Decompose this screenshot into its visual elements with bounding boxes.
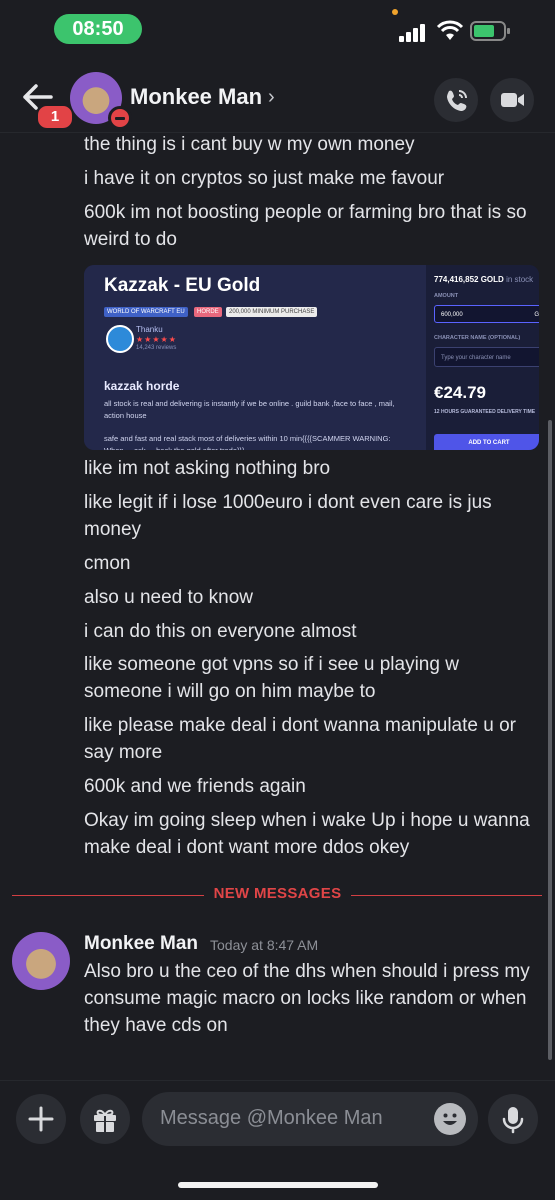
author-name[interactable]: Monkee Man: [84, 933, 198, 955]
voice-call-button[interactable]: [434, 78, 478, 122]
embed-subtitle: kazzak horde: [104, 379, 180, 393]
embed-tag: WORLD OF WARCRAFT EU: [104, 307, 188, 317]
message-text: the thing is i cant buy w my own money: [84, 134, 415, 155]
seller-logo: [106, 325, 134, 353]
message-text: 600k im not boosting people or farming b…: [84, 202, 527, 250]
character-name-field: Type your character name: [434, 347, 539, 367]
amount-label: AMOUNT: [434, 293, 459, 299]
wifi-icon: [436, 20, 464, 40]
amount-field: 600,000 G: [434, 305, 539, 323]
message-text: cmon: [84, 553, 131, 574]
plus-icon: [28, 1106, 54, 1132]
privacy-indicator-dot: [392, 9, 398, 15]
message-text: like someone got vpns so if i see u play…: [84, 654, 459, 702]
chevron-right-icon[interactable]: ›: [268, 86, 275, 109]
embed-product-panel: Kazzak - EU Gold WORLD OF WARCRAFT EU HO…: [84, 265, 426, 450]
composer-divider: [0, 1080, 555, 1081]
embed-tag: 200,000 MINIMUM PURCHASE: [226, 307, 318, 317]
review-count: 14,243 reviews: [136, 345, 177, 351]
message-text: also u need to know: [84, 587, 254, 608]
message-text: like please make deal i dont wanna manip…: [84, 715, 516, 763]
dnd-status-icon: [108, 106, 132, 130]
delivery-guarantee: 12 HOURS GUARANTEED DELIVERY TIME: [434, 409, 536, 415]
video-camera-icon: [501, 93, 524, 107]
add-to-cart-label: ADD TO CART: [434, 434, 539, 450]
message-text: like im not asking nothing bro: [84, 458, 331, 479]
microphone-icon: [502, 1107, 524, 1134]
stock-count: 774,416,852 GOLD in stock: [434, 275, 534, 284]
message-text: i have it on cryptos so just make me fav…: [84, 168, 445, 189]
embed-description: all stock is real and delivering is inst…: [104, 399, 395, 420]
image-attachment[interactable]: Kazzak - EU Gold WORLD OF WARCRAFT EU HO…: [84, 265, 539, 450]
new-messages-divider: NEW MESSAGES: [0, 885, 555, 902]
signal-icon: [399, 24, 429, 42]
message-text: i can do this on everyone almost: [84, 621, 357, 642]
seller-name: Thanku: [136, 325, 163, 334]
status-time: 08:50: [54, 14, 142, 44]
price: €24.79: [434, 383, 486, 402]
rating-stars-icon: ★★★★★: [136, 335, 177, 344]
character-name-label: CHARACTER NAME (OPTIONAL): [434, 335, 521, 341]
embed-tag: HORDE: [194, 307, 222, 317]
message-input-placeholder: Message @Monkee Man: [160, 1107, 383, 1129]
contact-name[interactable]: Monkee Man: [130, 84, 262, 110]
video-call-button[interactable]: [490, 78, 534, 122]
home-indicator[interactable]: [178, 1182, 378, 1188]
gift-button[interactable]: [80, 1094, 130, 1144]
message-text: Also bro u the ceo of the dhs when shoul…: [84, 961, 530, 1036]
dm-header: 1 Monkee Man ›: [0, 70, 555, 132]
gift-icon: [94, 1109, 116, 1132]
message-timestamp: Today at 8:47 AM: [210, 937, 319, 953]
embed-description: safe and fast and real stack most of del…: [104, 434, 391, 450]
embed-title: Kazzak - EU Gold: [104, 275, 261, 296]
unread-badge: 1: [36, 104, 74, 130]
battery-icon: [470, 21, 510, 41]
author-avatar[interactable]: [12, 932, 70, 990]
voice-message-button[interactable]: [488, 1094, 538, 1144]
attach-button[interactable]: [16, 1094, 66, 1144]
message-input[interactable]: Message @Monkee Man: [142, 1092, 478, 1146]
chat-scrollbar[interactable]: [548, 420, 552, 1060]
phone-call-icon: [447, 90, 467, 111]
message-text: like legit if i lose 1000euro i dont eve…: [84, 492, 492, 540]
message-text: 600k and we friends again: [84, 776, 306, 797]
message-text: Okay im going sleep when i wake Up i hop…: [84, 810, 530, 858]
status-bar: 08:50: [0, 0, 555, 60]
emoji-icon[interactable]: [434, 1103, 466, 1135]
embed-purchase-panel: 774,416,852 GOLD in stock AMOUNT 600,000…: [426, 265, 539, 450]
